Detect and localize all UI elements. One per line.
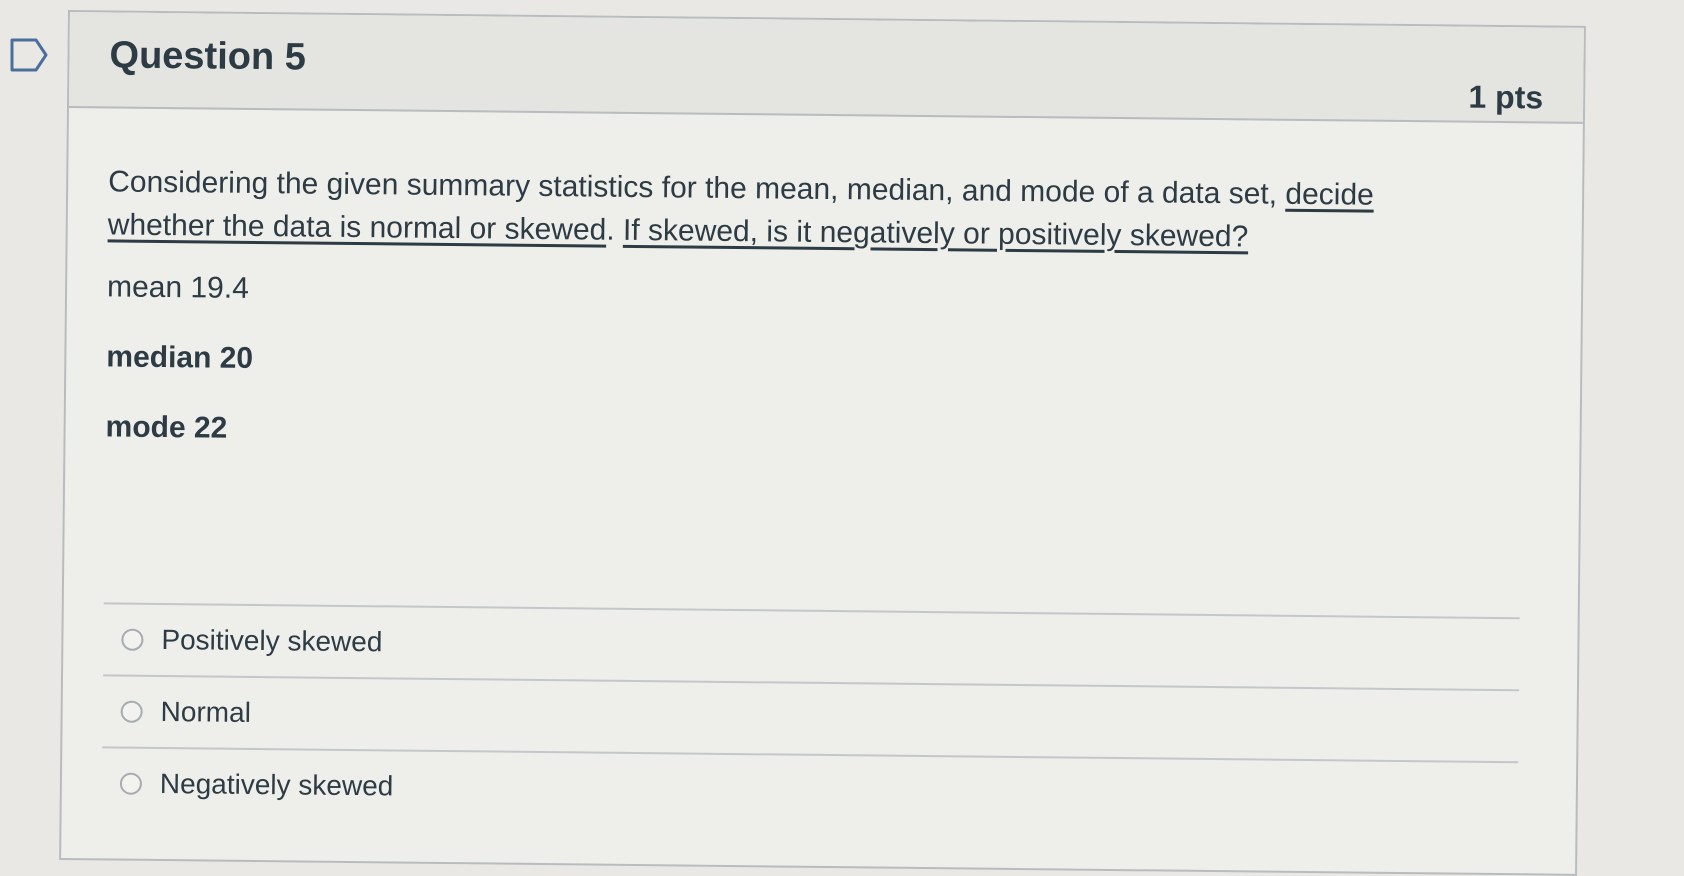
question-points: 1 pts (1468, 78, 1544, 116)
median-value: median 20 (106, 340, 254, 375)
answer-label: Positively skewed (161, 624, 383, 658)
radio-button[interactable] (119, 772, 143, 795)
question-prompt: Considering the given summary statistics… (108, 160, 1483, 260)
prompt-underlined-text: If skewed, is it negatively or positivel… (622, 213, 1249, 254)
answer-label: Negatively skewed (159, 768, 394, 802)
answer-list: Positively skewed Normal Negatively skew… (102, 602, 1520, 833)
question-header: Question 5 1 pts (68, 12, 1584, 124)
question-card: Question 5 1 pts Considering the given s… (59, 10, 1586, 876)
question-body: Considering the given summary statistics… (65, 108, 1582, 460)
radio-button[interactable] (121, 628, 144, 651)
answer-option[interactable]: Positively skewed (103, 604, 1520, 689)
answer-label: Normal (160, 696, 252, 728)
mode-value: mode 22 (105, 410, 228, 445)
question-title: Question 5 (109, 34, 307, 79)
answer-option[interactable]: Normal (102, 676, 1519, 761)
mean-value: mean 19.4 (106, 270, 250, 305)
flag-question-icon[interactable] (10, 38, 50, 72)
prompt-text: Considering the given summary statistics… (108, 165, 1286, 211)
prompt-text: . (606, 213, 624, 247)
radio-button[interactable] (120, 700, 143, 723)
answer-option[interactable]: Negatively skewed (102, 748, 1519, 833)
